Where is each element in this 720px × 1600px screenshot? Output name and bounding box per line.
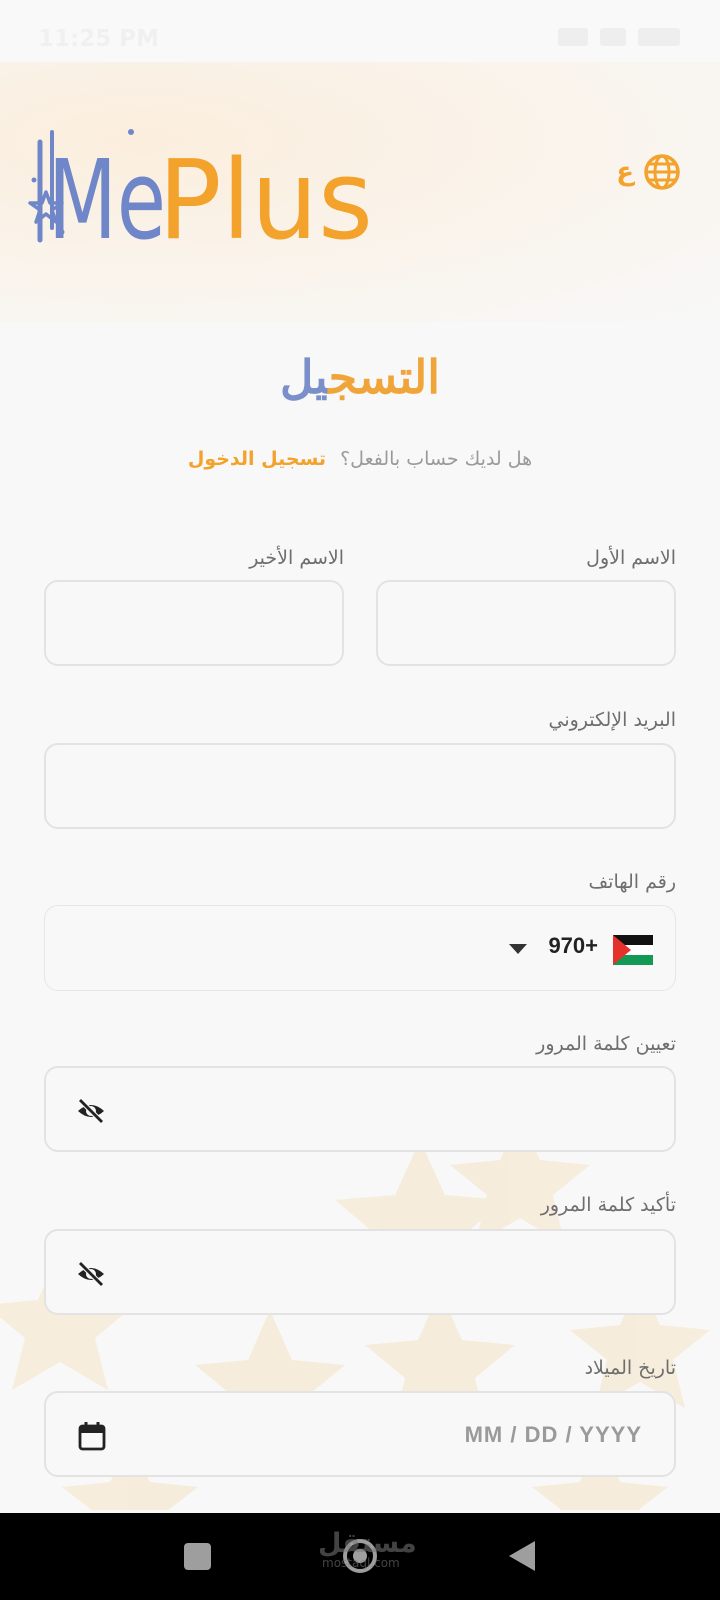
back-button-icon[interactable] (509, 1541, 536, 1571)
first-name-field-box (376, 580, 676, 666)
last-name-field-box (44, 580, 344, 666)
logo-text-plus: Plus (158, 136, 373, 253)
calendar-icon[interactable] (78, 1421, 106, 1451)
logo-text-me: Me (48, 136, 166, 253)
signal-icon (558, 28, 588, 46)
status-icons (558, 28, 680, 46)
status-bar: 11:25 PM (0, 0, 720, 62)
first-name-label: الاسم الأول (586, 547, 676, 569)
have-account-text: هل لديك حساب بالفعل؟ (340, 448, 533, 470)
language-label: ع (616, 157, 634, 187)
password-input[interactable] (46, 1068, 674, 1150)
login-prompt: هل لديك حساب بالفعل؟ تسجيل الدخول (0, 448, 720, 470)
eye-off-icon[interactable] (76, 1259, 106, 1289)
title-part-2: التسج (328, 350, 441, 404)
palestine-flag-icon (613, 935, 653, 965)
watermark-text: مستقل (318, 1528, 417, 1559)
dial-code[interactable]: 970+ (548, 933, 598, 959)
meplus-logo: Me Plus (28, 129, 373, 253)
email-input[interactable] (46, 745, 674, 827)
birthdate-field[interactable]: MM / DD / YYYY (44, 1391, 676, 1477)
confirm-password-label: تأكيد كلمة المرور (540, 1194, 676, 1216)
email-label: البريد الإلكتروني (548, 709, 677, 731)
phone-field[interactable]: 970+ (44, 905, 676, 991)
language-switch[interactable]: ع (616, 152, 682, 192)
birthdate-placeholder: MM / DD / YYYY (464, 1422, 642, 1447)
globe-icon (644, 154, 680, 190)
confirm-password-field-box (44, 1229, 676, 1315)
page-title: التسجيل (0, 350, 720, 404)
email-field-box (44, 743, 676, 829)
phone-label: رقم الهاتف (588, 871, 676, 893)
password-field-box (44, 1066, 676, 1152)
first-name-input[interactable] (378, 582, 674, 664)
watermark-sub: mostaql.com (322, 1556, 400, 1570)
wifi-icon (600, 28, 626, 46)
title-part-1: يل (279, 350, 329, 404)
last-name-label: الاسم الأخير (249, 547, 344, 569)
last-name-input[interactable] (46, 582, 342, 664)
birthdate-label: تاريخ الميلاد (584, 1357, 676, 1379)
login-link[interactable]: تسجيل الدخول (188, 448, 326, 470)
recents-button-icon[interactable] (184, 1543, 211, 1570)
dropdown-caret-icon[interactable] (509, 944, 527, 955)
password-label: تعيين كلمة المرور (536, 1033, 676, 1055)
eye-off-icon[interactable] (76, 1096, 106, 1126)
confirm-password-input[interactable] (46, 1231, 674, 1313)
battery-icon (638, 28, 680, 46)
status-time: 11:25 PM (38, 26, 159, 52)
